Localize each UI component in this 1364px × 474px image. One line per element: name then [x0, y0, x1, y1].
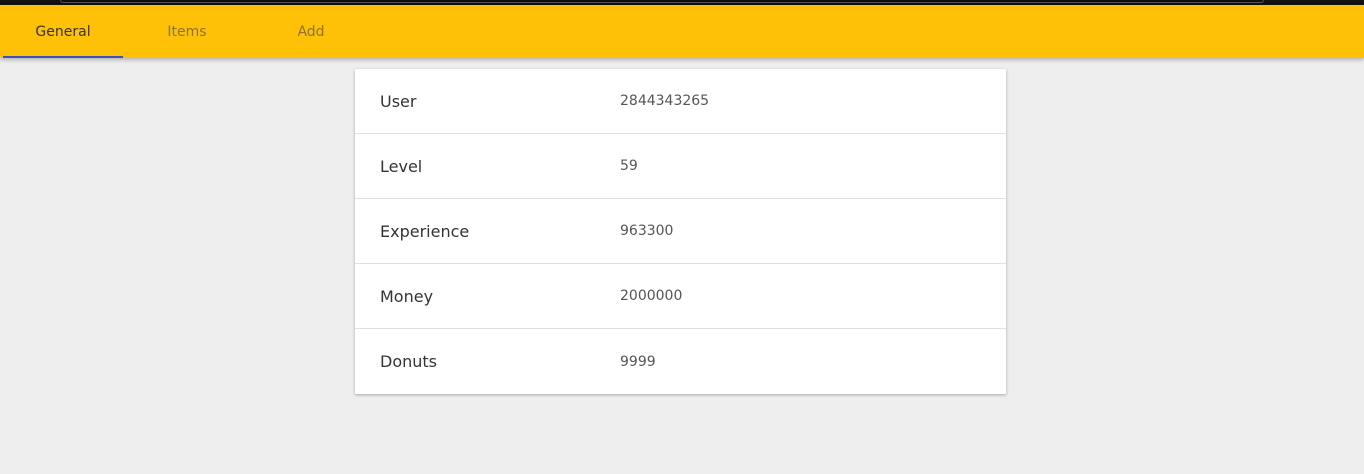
row-label: User — [380, 91, 417, 111]
row-label: Donuts — [380, 352, 437, 371]
tab-bar: General Items Add — [0, 5, 1364, 58]
tab-general[interactable]: General — [3, 5, 123, 58]
tab-add[interactable]: Add — [251, 5, 371, 58]
general-info-card: User 2844343265 Level 59 Experience 9633… — [355, 69, 1006, 394]
tab-toolbar: General Items Add — [0, 5, 1364, 58]
info-row-user: User 2844343265 — [355, 69, 1006, 134]
info-row-donuts: Donuts 9999 — [355, 329, 1006, 394]
row-label: Experience — [380, 221, 470, 241]
row-value: 9999 — [620, 353, 656, 370]
window-top-edge — [60, 0, 1264, 3]
row-value: 59 — [620, 158, 638, 174]
row-label: Level — [380, 156, 423, 176]
row-value: 963300 — [620, 223, 674, 239]
info-row-experience: Experience 963300 — [355, 199, 1006, 264]
tab-items[interactable]: Items — [127, 5, 247, 58]
row-label: Money — [380, 286, 434, 306]
info-row-money: Money 2000000 — [355, 264, 1006, 329]
row-value: 2000000 — [620, 288, 683, 304]
row-value: 2844343265 — [620, 93, 710, 109]
info-row-level: Level 59 — [355, 134, 1006, 199]
